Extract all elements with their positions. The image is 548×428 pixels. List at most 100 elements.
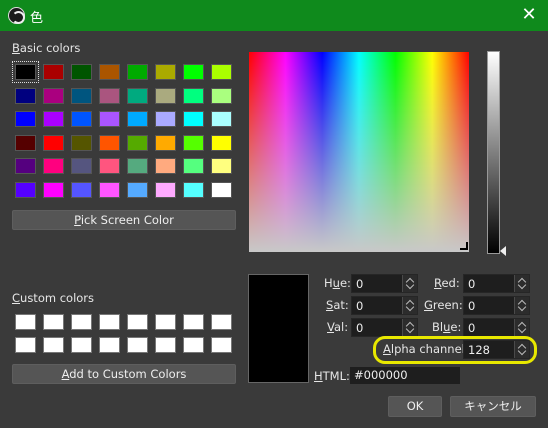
red-spinbox[interactable]: 0 xyxy=(463,274,530,293)
basic-color-swatch[interactable] xyxy=(155,87,176,104)
custom-color-swatch[interactable] xyxy=(183,337,204,353)
basic-color-swatch[interactable] xyxy=(99,181,120,198)
basic-color-swatch[interactable] xyxy=(211,181,232,198)
basic-color-swatch[interactable] xyxy=(211,158,232,174)
custom-color-swatch[interactable] xyxy=(99,314,120,330)
basic-color-swatch[interactable] xyxy=(15,111,36,127)
basic-color-swatch[interactable] xyxy=(211,87,232,104)
basic-color-swatch[interactable] xyxy=(155,64,176,80)
basic-color-swatch[interactable] xyxy=(211,64,232,80)
sat-spinbox[interactable]: 0 xyxy=(351,296,418,315)
basic-color-swatch[interactable] xyxy=(99,111,120,127)
basic-color-swatch[interactable] xyxy=(71,181,92,198)
basic-color-swatch[interactable] xyxy=(15,181,36,198)
value-slider-handle-icon[interactable] xyxy=(500,246,506,256)
basic-color-swatch[interactable] xyxy=(127,64,148,80)
basic-color-swatch[interactable] xyxy=(183,181,204,198)
basic-color-swatch[interactable] xyxy=(183,111,204,127)
cancel-button[interactable]: キャンセル xyxy=(450,396,536,417)
html-label: HTML: xyxy=(314,369,350,383)
basic-color-swatch[interactable] xyxy=(15,158,36,174)
pick-screen-color-button[interactable]: Pick Screen Color xyxy=(12,210,236,230)
basic-color-swatch[interactable] xyxy=(99,64,120,80)
basic-color-swatch[interactable] xyxy=(12,61,39,83)
basic-color-swatch[interactable] xyxy=(183,134,204,151)
close-icon[interactable]: ✕ xyxy=(516,3,542,27)
current-color-preview xyxy=(248,274,309,383)
green-label: Green: xyxy=(424,298,463,312)
html-color-input[interactable]: #000000 xyxy=(350,367,460,384)
basic-color-swatch[interactable] xyxy=(43,111,64,127)
blue-label: Blue: xyxy=(432,320,462,334)
sat-label: Sat: xyxy=(326,298,349,312)
red-label: Red: xyxy=(434,276,460,290)
basic-color-swatch[interactable] xyxy=(155,134,176,151)
basic-color-swatch[interactable] xyxy=(43,64,64,80)
basic-color-swatch[interactable] xyxy=(43,181,64,198)
basic-color-swatch[interactable] xyxy=(183,87,204,104)
basic-colors-label: Basic colors xyxy=(12,41,81,55)
basic-color-swatch[interactable] xyxy=(43,87,64,104)
hue-label: Hue: xyxy=(324,276,351,290)
basic-color-swatch[interactable] xyxy=(71,134,92,151)
basic-color-swatch[interactable] xyxy=(155,181,176,198)
spectrum-crosshair[interactable] xyxy=(460,242,468,250)
custom-color-swatch[interactable] xyxy=(99,337,120,353)
custom-color-swatch[interactable] xyxy=(155,314,176,330)
value-slider[interactable] xyxy=(487,51,500,254)
alpha-highlight-annotation xyxy=(373,336,537,364)
basic-color-swatch[interactable] xyxy=(211,111,232,127)
basic-color-swatch[interactable] xyxy=(127,158,148,174)
basic-color-swatch[interactable] xyxy=(127,87,148,104)
basic-color-swatch[interactable] xyxy=(71,158,92,174)
basic-color-swatch[interactable] xyxy=(99,87,120,104)
basic-color-swatch[interactable] xyxy=(127,134,148,151)
custom-color-swatch[interactable] xyxy=(15,314,36,330)
hue-stepper-icon[interactable] xyxy=(402,275,417,292)
basic-color-swatch[interactable] xyxy=(155,111,176,127)
basic-color-swatch[interactable] xyxy=(71,64,92,80)
custom-color-swatch[interactable] xyxy=(211,337,232,353)
ok-button[interactable]: OK xyxy=(388,396,442,417)
blue-stepper-icon[interactable] xyxy=(514,319,529,336)
basic-color-swatch[interactable] xyxy=(183,158,204,174)
basic-color-swatch[interactable] xyxy=(127,181,148,198)
val-stepper-icon[interactable] xyxy=(402,319,417,336)
custom-color-swatch[interactable] xyxy=(183,314,204,330)
basic-color-swatch[interactable] xyxy=(43,134,64,151)
basic-color-swatch[interactable] xyxy=(15,134,36,151)
basic-color-swatch[interactable] xyxy=(71,111,92,127)
val-spinbox[interactable]: 0 xyxy=(351,318,418,337)
hue-spinbox[interactable]: 0 xyxy=(351,274,418,293)
obs-app-icon xyxy=(8,7,25,24)
basic-color-swatch[interactable] xyxy=(183,64,204,80)
basic-color-swatch[interactable] xyxy=(15,87,36,104)
custom-color-swatch[interactable] xyxy=(71,337,92,353)
custom-color-swatch[interactable] xyxy=(127,337,148,353)
custom-color-swatch[interactable] xyxy=(127,314,148,330)
custom-color-swatch[interactable] xyxy=(43,337,64,353)
custom-color-swatch[interactable] xyxy=(155,337,176,353)
custom-colors-label: Custom colors xyxy=(12,291,95,305)
basic-color-swatch[interactable] xyxy=(99,158,120,174)
custom-color-swatch[interactable] xyxy=(43,314,64,330)
red-stepper-icon[interactable] xyxy=(514,275,529,292)
sat-stepper-icon[interactable] xyxy=(402,297,417,314)
custom-color-swatch[interactable] xyxy=(211,314,232,330)
window-title: 色 xyxy=(30,11,44,26)
custom-color-swatch[interactable] xyxy=(71,314,92,330)
green-spinbox[interactable]: 0 xyxy=(463,296,530,315)
custom-color-swatch[interactable] xyxy=(15,337,36,353)
basic-color-swatch[interactable] xyxy=(211,134,232,151)
blue-spinbox[interactable]: 0 xyxy=(463,318,530,337)
color-spectrum-picker[interactable] xyxy=(249,52,469,252)
add-to-custom-colors-button[interactable]: Add to Custom Colors xyxy=(12,364,236,384)
title-bar: 色 ✕ xyxy=(0,0,548,31)
basic-color-swatch[interactable] xyxy=(43,158,64,174)
val-label: Val: xyxy=(327,320,349,334)
green-stepper-icon[interactable] xyxy=(514,297,529,314)
basic-color-swatch[interactable] xyxy=(155,158,176,174)
basic-color-swatch[interactable] xyxy=(71,87,92,104)
basic-color-swatch[interactable] xyxy=(99,134,120,151)
basic-color-swatch[interactable] xyxy=(127,111,148,127)
